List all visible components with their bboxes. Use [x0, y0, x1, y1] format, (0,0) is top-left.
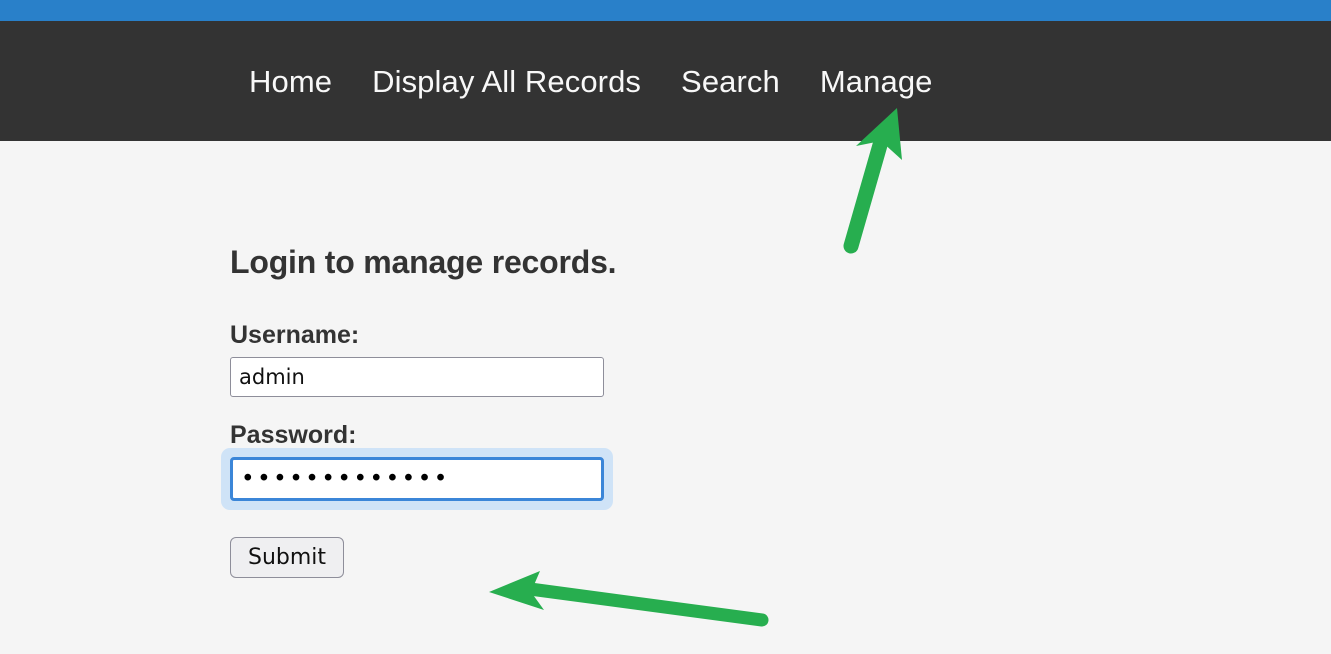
username-field-group: Username:: [230, 323, 830, 397]
submit-button[interactable]: Submit: [230, 537, 345, 578]
page-title: Login to manage records.: [230, 244, 617, 280]
nav-links-container: Home Display All Records Search Manage: [249, 21, 933, 141]
main-content: Login to manage records. Username: Passw…: [0, 141, 1331, 654]
top-accent-bar: [0, 0, 1331, 21]
nav-link-home[interactable]: Home: [249, 66, 332, 97]
username-input[interactable]: [230, 357, 604, 397]
password-label: Password:: [230, 421, 357, 449]
nav-link-display-all-records[interactable]: Display All Records: [372, 66, 641, 97]
password-field-group: Password:: [221, 421, 830, 510]
nav-link-search[interactable]: Search: [681, 66, 780, 97]
password-focus-ring: [221, 448, 613, 510]
password-input[interactable]: [230, 457, 604, 501]
nav-link-manage[interactable]: Manage: [820, 66, 933, 97]
username-label: Username:: [230, 321, 360, 349]
main-navigation-bar: Home Display All Records Search Manage: [0, 21, 1331, 141]
login-form: Username: Password: Submit: [221, 323, 830, 578]
